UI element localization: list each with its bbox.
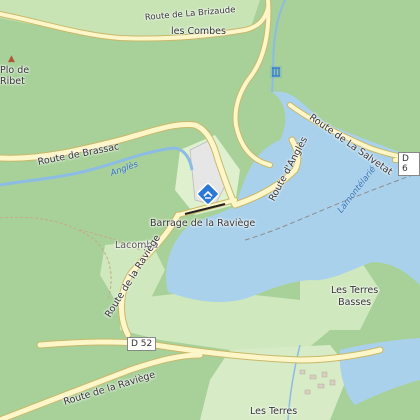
label-peak: Plo de Ribet xyxy=(0,65,30,88)
peak-icon: ▲ xyxy=(8,54,15,64)
shield-d6: D 6 xyxy=(398,152,420,176)
shield-d52: D 52 xyxy=(127,337,157,351)
label-les-combes: les Combes xyxy=(171,26,226,37)
label-barrage: Barrage de la Raviège xyxy=(150,218,256,229)
map-view[interactable]: Route de La Brizaude les Combes ▲ Plo de… xyxy=(0,0,420,420)
dam-poi-icon[interactable] xyxy=(197,183,219,205)
water-structure-icon xyxy=(270,66,282,78)
map-canvas xyxy=(0,0,420,420)
label-les-terres: Les Terres xyxy=(250,406,298,417)
label-les-terres-basses: Les Terres Basses xyxy=(331,285,379,308)
